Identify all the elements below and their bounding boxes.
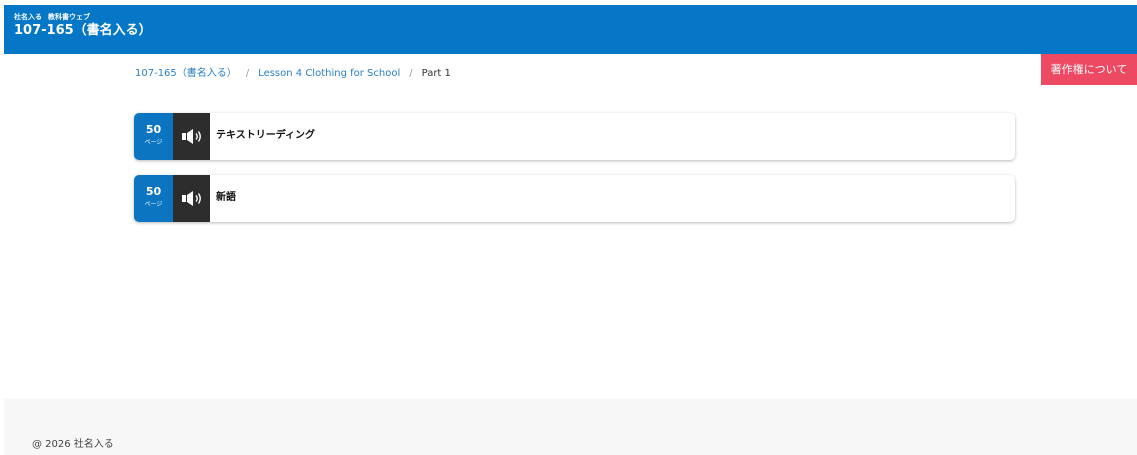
page-number: 50 [145,185,162,198]
header-subtitle: 社名入る 教科書ウェブ [14,13,90,21]
page-number: 50 [145,123,162,136]
speaker-icon [182,129,201,144]
breadcrumb-book-link[interactable]: 107-165（書名入る） [135,68,237,79]
header-title[interactable]: 107-165（書名入る） [14,23,152,39]
item-label: 新語 [216,192,236,203]
audio-play-button[interactable] [173,175,210,222]
site-header: 社名入る 教科書ウェブ 107-165（書名入る） [4,5,1137,54]
item-label: テキストリーディング [216,130,315,141]
audio-play-button[interactable] [173,113,210,160]
audio-item-new-words[interactable]: 50 ページ 新語 [134,175,1015,222]
breadcrumb-separator: / [245,68,250,79]
page-unit: ページ [144,201,163,208]
copyright-button[interactable]: 著作権について [1041,54,1137,85]
audio-item-text-reading[interactable]: 50 ページ テキストリーディング [134,113,1015,160]
speaker-icon [182,191,201,206]
breadcrumb-lesson-link[interactable]: Lesson 4 Clothing for School [258,68,400,79]
site-footer: @ 2026 社名入る [4,399,1137,455]
footer-copyright: @ 2026 社名入る [32,439,114,450]
breadcrumb-separator: / [409,68,413,79]
site-name: 教科書ウェブ [48,13,90,21]
page-badge: 50 ページ [134,113,173,160]
company-name: 社名入る [14,13,42,21]
breadcrumb-current: Part 1 [421,68,451,79]
page-badge: 50 ページ [134,175,173,222]
breadcrumb: 107-165（書名入る） / Lesson 4 Clothing for Scho… [135,67,451,81]
page-unit: ページ [144,139,163,146]
